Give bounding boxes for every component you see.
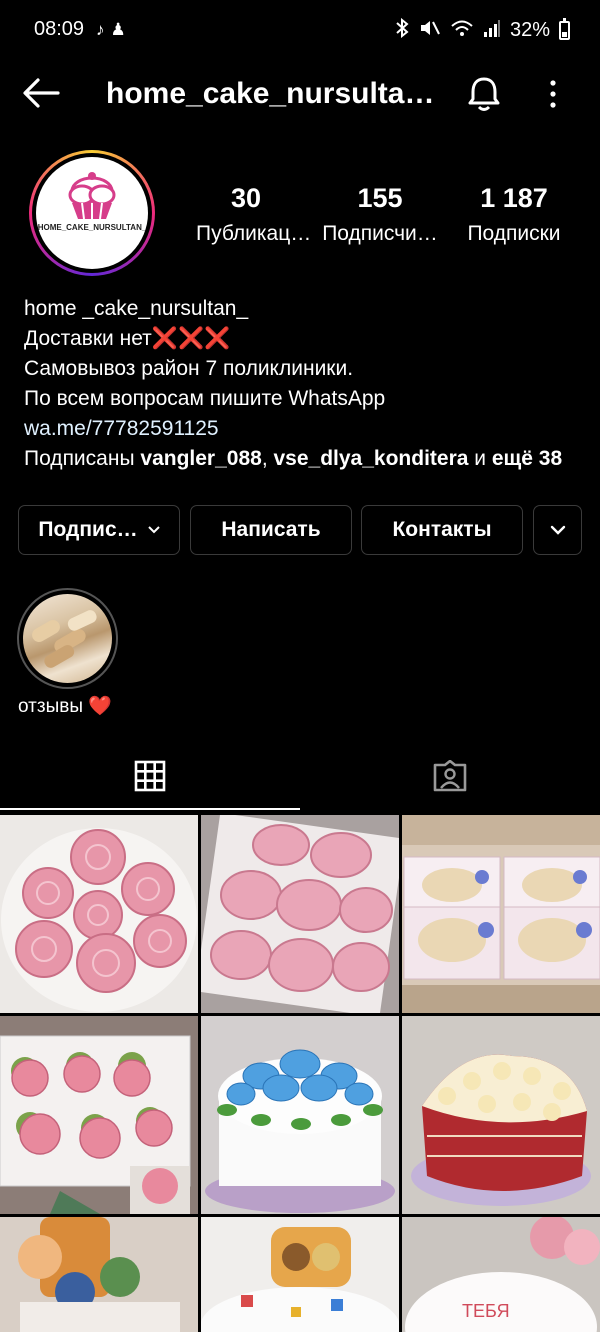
stat-followers[interactable]: 155 Подписчи… <box>320 183 440 246</box>
tab-tagged[interactable] <box>300 745 600 807</box>
page-title-username: home_cake_nursultan_ <box>106 77 436 110</box>
post-thumbnail[interactable] <box>201 1217 399 1332</box>
post-thumbnail[interactable]: TEБЯ <box>402 1217 600 1332</box>
display-name: home _cake_nursultan_ <box>24 297 249 320</box>
active-tab-indicator <box>0 808 300 810</box>
mute-icon <box>419 18 441 43</box>
status-time: 08:09 <box>34 18 85 40</box>
stat-following[interactable]: 1 187 Подписки <box>459 183 569 246</box>
stat-value: 30 <box>230 183 262 213</box>
stat-value: 1 187 <box>480 183 548 213</box>
post-thumbnail[interactable] <box>0 1217 198 1332</box>
status-bar: 08:09 ♪♟ 32% <box>0 0 600 62</box>
post-thumbnail[interactable] <box>402 1016 600 1214</box>
stat-value: 155 <box>357 183 403 213</box>
post-thumbnail[interactable] <box>402 815 600 1013</box>
svg-text:TEБЯ: TEБЯ <box>462 1301 510 1321</box>
bio-link[interactable]: wa.me/77782591125 <box>24 414 584 444</box>
battery-icon <box>559 18 570 40</box>
story-highlight[interactable] <box>17 588 118 689</box>
back-arrow-icon[interactable] <box>22 76 60 110</box>
conjunction: и <box>474 447 487 470</box>
suggested-expand-button[interactable] <box>533 505 582 555</box>
bluetooth-icon <box>394 17 410 43</box>
post-thumbnail[interactable] <box>0 815 198 1013</box>
highlight-cover-image <box>23 594 112 683</box>
tagged-person-icon <box>433 760 467 792</box>
bio-text: Доставки нет <box>24 327 152 350</box>
chevron-down-icon <box>550 525 565 535</box>
bio-line: Самовывоз район 7 поликлиники. <box>24 357 354 380</box>
tiktok-icon: ♪ <box>96 20 111 39</box>
subscribed-label: Подпис… <box>38 518 138 541</box>
highlight-label: отзывы ❤️ <box>18 694 112 718</box>
cupcake-logo-icon <box>68 172 116 220</box>
signal-icon <box>483 18 501 43</box>
contacts-label: Контакты <box>392 518 492 541</box>
bio-line: По всем вопросам пишите WhatsApp <box>24 387 386 410</box>
message-label: Написать <box>221 518 321 541</box>
highlight-text: отзывы <box>18 696 83 717</box>
post-thumbnail[interactable] <box>0 1016 198 1214</box>
separator: , <box>261 447 268 470</box>
tab-posts-grid[interactable] <box>0 745 300 807</box>
avatar-logo-text: HOME_CAKE_NURSULTAN_ <box>37 223 147 232</box>
bell-icon[interactable] <box>464 74 504 114</box>
more-options-icon[interactable] <box>540 76 566 112</box>
followed-by[interactable]: Подписаны vangler_088, vse_dlya_konditer… <box>24 444 584 474</box>
subscribed-button[interactable]: Подпис… <box>18 505 180 555</box>
profile-header: home_cake_nursultan_ <box>0 62 600 126</box>
red-x-emoji: ❌❌❌ <box>151 327 231 350</box>
wifi-icon <box>450 18 474 43</box>
profile-bio: home _cake_nursultan_ Доставки нет❌❌❌ Са… <box>24 294 584 474</box>
battery-percent: 32% <box>509 19 550 41</box>
followed-user[interactable]: vangler_088 <box>140 447 261 470</box>
message-button[interactable]: Написать <box>190 505 352 555</box>
heart-emoji: ❤️ <box>88 696 112 717</box>
stat-label: Подписчи… <box>322 222 438 245</box>
status-right: 32% <box>394 17 570 43</box>
stat-label: Подписки <box>467 222 561 245</box>
followed-by-prefix: Подписаны <box>24 447 135 470</box>
grid-icon <box>134 760 166 792</box>
post-thumbnail[interactable] <box>201 1016 399 1214</box>
avatar-story-ring[interactable]: HOME_CAKE_NURSULTAN_ <box>29 150 155 276</box>
post-thumbnail[interactable] <box>201 815 399 1013</box>
followed-more[interactable]: ещё 38 <box>492 447 562 470</box>
notification-icons: ♪♟ <box>96 20 132 40</box>
chevron-down-icon <box>147 526 160 534</box>
stat-label: Публикац… <box>196 222 312 245</box>
contacts-button[interactable]: Контакты <box>361 505 523 555</box>
avatar: HOME_CAKE_NURSULTAN_ <box>36 157 148 269</box>
followed-user[interactable]: vse_dlya_konditera <box>274 447 469 470</box>
bio-line: Доставки нет❌❌❌ <box>24 324 584 354</box>
bell-small-icon: ♟ <box>110 20 132 39</box>
stat-posts[interactable]: 30 Публикац… <box>196 183 312 246</box>
